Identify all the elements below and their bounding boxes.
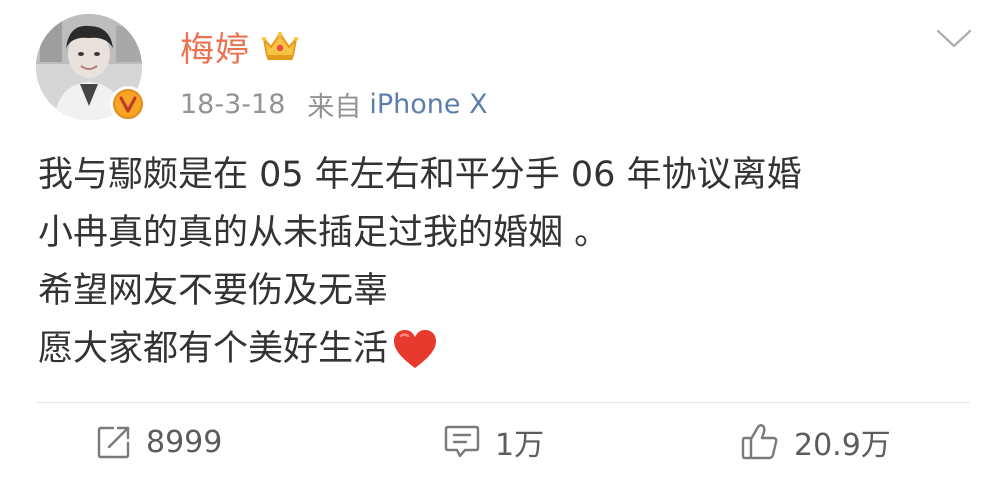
comment-button[interactable]: 1万 (443, 422, 545, 463)
author-row: 梅婷 (180, 22, 300, 70)
action-bar: 8999 1万 20.9万 (0, 404, 1005, 477)
avatar[interactable] (36, 14, 146, 124)
post-date: 18-3-18 (180, 88, 286, 120)
source-prefix: 来自 (307, 91, 362, 123)
content-line: 我与鄢颇是在 05 年左右和平分手 06 年协议离婚 (38, 155, 802, 195)
like-count: 20.9万 (794, 428, 891, 463)
thumbs-up-icon (741, 424, 778, 460)
content-line: 小冉真的真的从未插足过我的婚姻 。 (38, 213, 610, 253)
verified-v-badge-icon (110, 86, 146, 122)
post-content: 我与鄢颇是在 05 年左右和平分手 06 年协议离婚 小冉真的真的从未插足过我的… (38, 146, 978, 378)
source-device-link[interactable]: iPhone X (369, 89, 487, 120)
content-line: 希望网友不要伤及无辜 (38, 271, 389, 311)
comment-icon (444, 425, 480, 458)
repost-count: 8999 (146, 424, 223, 460)
comment-count: 1万 (495, 428, 545, 463)
content-line-text: 愿大家都有个美好生活 (38, 329, 389, 369)
red-heart-icon (394, 330, 437, 368)
repost-button[interactable]: 8999 (96, 422, 222, 462)
like-button[interactable]: 20.9万 (740, 422, 891, 463)
post-meta: 18-3-18 来自 iPhone X (180, 84, 488, 124)
divider (36, 402, 970, 403)
repost-icon (97, 426, 130, 459)
crown-icon[interactable] (260, 29, 300, 63)
username[interactable]: 梅婷 (180, 22, 250, 71)
chevron-down-icon[interactable] (934, 26, 974, 52)
content-line-last: 愿大家都有个美好生活 (38, 320, 978, 378)
weibo-post: 梅婷 18-3-18 来自 iPhone X 我与鄢颇是在 05 年左右和平分手… (0, 0, 1005, 477)
